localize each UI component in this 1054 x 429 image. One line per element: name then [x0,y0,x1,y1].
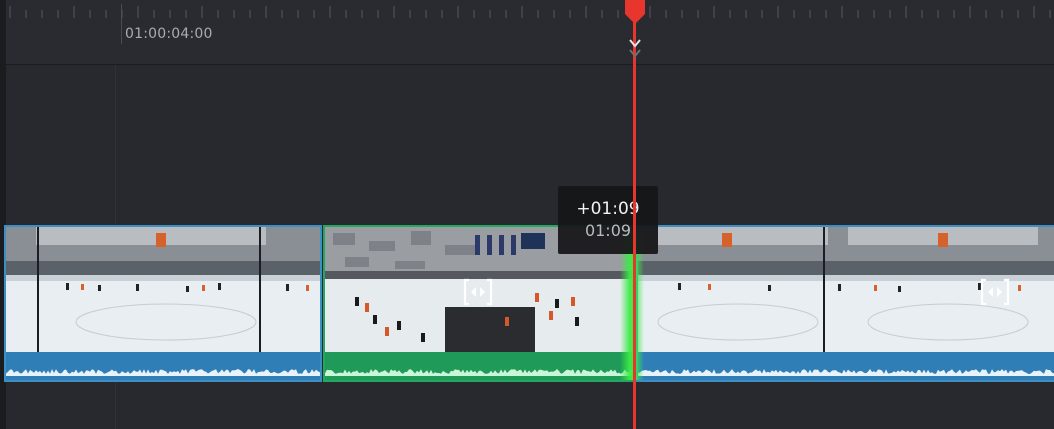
audio-waveform [325,352,632,380]
rink-thumbnail [6,227,320,356]
trim-duration: 01:09 [584,221,632,240]
transition-handle-icon[interactable] [461,275,495,309]
trim-edit-highlight[interactable] [620,232,644,380]
ruler-timecode: 01:00:04:00 [125,26,213,42]
audio-waveform [638,352,1054,380]
audio-waveform [6,352,320,380]
trim-offset-tooltip: +01:09 01:09 [558,186,658,254]
clip-thumbnails [6,227,320,356]
snap-chevron-icon [629,39,641,58]
transition-handle-icon[interactable] [978,275,1012,309]
timeline-panel: 01:00:04:00 +01:09 01:09 [0,0,1054,429]
playhead-line[interactable] [633,8,636,429]
video-clip-left[interactable] [4,225,322,382]
ruler-major-tick [121,4,122,44]
ruler-ticks [9,6,1051,18]
playhead-marker-icon[interactable] [623,0,647,26]
video-clip-right[interactable] [636,225,1054,382]
timeline-ruler[interactable]: 01:00:04:00 [6,0,1054,65]
trim-delta: +01:09 [576,199,640,219]
